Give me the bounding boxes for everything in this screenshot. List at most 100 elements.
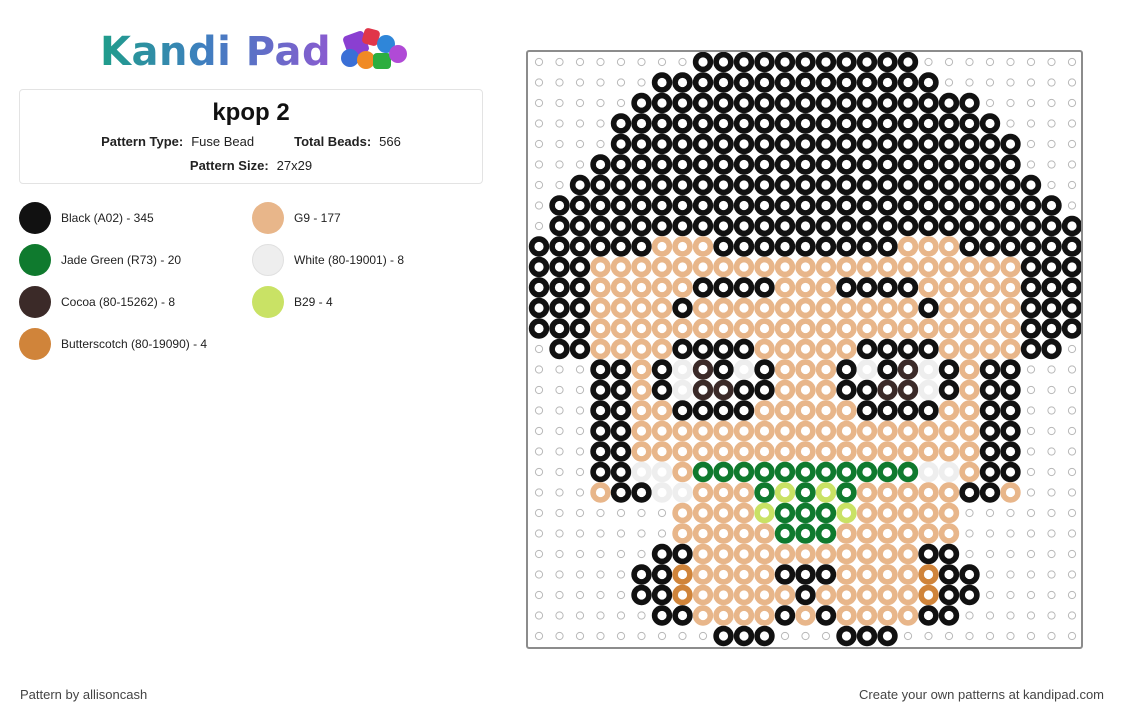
empty-peg (596, 549, 605, 559)
color-swatch (19, 286, 51, 318)
bead (815, 297, 837, 319)
empty-peg (555, 529, 564, 538)
bead (856, 502, 878, 524)
bead (754, 215, 775, 237)
bead (815, 52, 837, 73)
empty-peg (534, 221, 544, 231)
bead (836, 318, 857, 339)
bead (590, 441, 611, 462)
bead (590, 277, 611, 298)
bead (774, 523, 796, 544)
bead (733, 543, 755, 565)
bead (938, 420, 960, 442)
empty-peg (534, 160, 544, 169)
kandipad-logo[interactable]: Kandi Pad (100, 24, 413, 80)
bead (856, 482, 878, 503)
empty-peg (534, 488, 544, 497)
bead (897, 133, 919, 155)
bead (979, 359, 1001, 380)
empty-peg (1067, 529, 1077, 538)
bead (590, 461, 611, 483)
bead (672, 543, 693, 565)
empty-peg (924, 631, 933, 641)
bead (918, 195, 939, 216)
bead (918, 420, 939, 442)
bead (815, 379, 837, 401)
empty-peg (616, 590, 626, 600)
bead (1000, 174, 1021, 196)
bead (959, 359, 980, 380)
bead (836, 625, 857, 647)
empty-peg (555, 508, 564, 518)
pattern-size-label: Pattern Size: (189, 158, 269, 173)
bead (610, 400, 632, 421)
bead (672, 113, 693, 134)
empty-peg (985, 508, 995, 518)
bead (1061, 215, 1081, 237)
bead (877, 564, 898, 585)
bead (774, 482, 796, 503)
bead (897, 52, 919, 73)
bead (713, 318, 734, 339)
bead (754, 625, 775, 647)
bead (672, 277, 693, 298)
empty-peg (534, 508, 544, 518)
empty-peg (616, 570, 626, 579)
bead (631, 441, 652, 462)
bead (610, 256, 632, 278)
bead (1000, 215, 1021, 237)
bead (897, 502, 919, 524)
bead (938, 256, 960, 278)
bead (692, 297, 714, 319)
bead (610, 379, 632, 401)
bead (713, 277, 734, 298)
bead (836, 256, 857, 278)
bead (631, 420, 652, 442)
empty-peg (1067, 590, 1077, 600)
create-patterns-link[interactable]: Create your own patterns at kandipad.com (859, 687, 1104, 702)
bead (651, 72, 673, 93)
bead (754, 297, 775, 319)
bead (528, 277, 550, 298)
empty-peg (596, 508, 605, 518)
empty-peg (1006, 78, 1015, 87)
bead (692, 564, 714, 585)
empty-peg (1067, 119, 1077, 128)
bead (836, 400, 857, 421)
bead (959, 400, 980, 421)
empty-peg (534, 78, 544, 87)
empty-peg (555, 160, 564, 169)
bead (856, 359, 878, 380)
bead (631, 338, 652, 360)
bead (713, 359, 734, 380)
bead (795, 338, 816, 360)
bead (672, 133, 693, 155)
bead (692, 338, 714, 360)
bead (590, 379, 611, 401)
empty-peg (575, 529, 585, 538)
bead (918, 482, 939, 503)
bead (795, 52, 816, 73)
bead (836, 52, 857, 73)
bead (754, 92, 775, 114)
bead (959, 461, 980, 483)
bead (1041, 195, 1062, 216)
bead (774, 318, 796, 339)
bead (918, 400, 939, 421)
bead (672, 605, 693, 626)
bead (733, 379, 755, 401)
bead (692, 605, 714, 626)
bead (897, 174, 919, 196)
empty-peg (1047, 631, 1056, 641)
bead (938, 584, 960, 606)
bead (733, 92, 755, 114)
empty-peg (1067, 57, 1077, 67)
bead (877, 236, 898, 257)
empty-peg (1067, 406, 1077, 415)
bead (877, 523, 898, 544)
bead (569, 297, 591, 319)
bead (774, 359, 796, 380)
bead (713, 625, 734, 647)
bead (979, 482, 1001, 503)
bead (1061, 236, 1081, 257)
